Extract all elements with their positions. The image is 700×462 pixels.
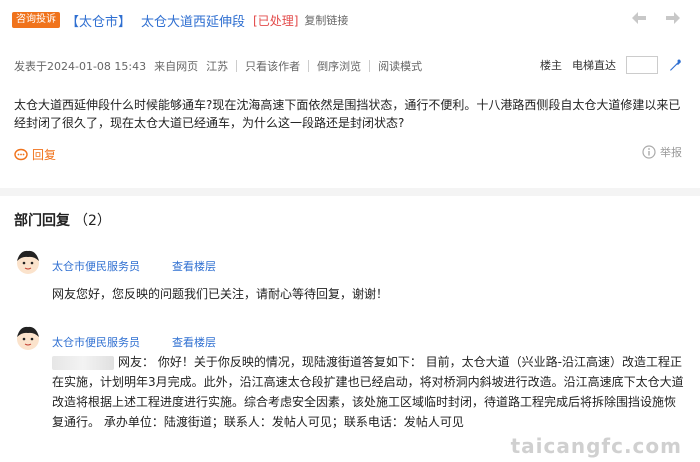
replies-heading: 部门回复 （2） <box>14 210 111 230</box>
divider <box>308 60 310 72</box>
post-time: 发表于2024-01-08 15:43 <box>14 60 147 73</box>
info-circle-icon <box>642 145 656 159</box>
floor-label: 楼主 <box>540 59 562 72</box>
reply-text-body: 网友： 你好！关于你反映的情况，现陆渡街道答复如下： 目前，太仓大道（兴业路-沿… <box>52 355 684 429</box>
view-floor-link[interactable]: 查看楼层 <box>172 334 216 350</box>
report-button[interactable]: 举报 <box>642 144 682 160</box>
divider <box>236 60 238 72</box>
arrow-left-icon[interactable] <box>630 10 648 26</box>
status-badge: [已处理] <box>253 13 299 28</box>
arrow-right-icon[interactable] <box>664 10 682 26</box>
reply-text: 网友： 你好！关于你反映的情况，现陆渡街道答复如下： 目前，太仓大道（兴业路-沿… <box>52 352 686 432</box>
author-only-link[interactable]: 只看该作者 <box>245 58 300 74</box>
reply-button[interactable]: 回复 <box>14 146 56 163</box>
thread-title: 太仓大道西延伸段 <box>141 14 246 30</box>
reply-text: 网友您好，您反映的问题我们已关注，请耐心等待回复，谢谢！ <box>52 287 389 301</box>
replies-count: （2） <box>74 213 111 229</box>
cartoon-avatar-icon[interactable] <box>14 324 42 352</box>
post-card: 咨询投诉 【太仓市】 太仓大道西延伸段 [已处理] 复制链接 发表于2024-0… <box>0 0 700 188</box>
reply-author[interactable]: 太仓市便民服务员 <box>52 258 140 274</box>
blurred-username <box>52 355 114 370</box>
divider <box>369 60 371 72</box>
replies-heading-text: 部门回复 <box>14 213 70 229</box>
read-mode-link[interactable]: 阅读模式 <box>378 58 422 74</box>
site-watermark: taicangfc.com <box>510 434 682 458</box>
reply-label: 回复 <box>32 148 57 162</box>
post-source: 来自网页 <box>154 60 199 73</box>
reverse-order-link[interactable]: 倒序浏览 <box>317 58 361 74</box>
cartoon-avatar-icon[interactable] <box>14 248 42 276</box>
department-replies: 部门回复 （2） 太仓市便民服务员 查看楼层 网友您好，您反映的问题我们已关注，请… <box>0 196 700 462</box>
chat-bubble-icon <box>14 148 28 162</box>
post-content: 太仓大道西延伸段什么时候能够通车?现在沈海高速下面依然是围挡状态，通行不便利。十… <box>14 98 681 130</box>
jump-label: 电梯直达 <box>572 59 616 72</box>
region-link[interactable]: 【太仓市】 <box>66 11 131 30</box>
post-location: 江苏 <box>206 60 229 73</box>
floor-tools: 楼主 电梯直达 <box>540 56 682 74</box>
copy-link-button[interactable]: 复制链接 <box>304 12 348 28</box>
category-tag: 咨询投诉 <box>12 12 60 28</box>
report-label: 举报 <box>660 146 682 159</box>
title-row: 咨询投诉 【太仓市】 太仓大道西延伸段 [已处理] 复制链接 <box>12 8 348 32</box>
floor-jump-input[interactable] <box>626 56 658 74</box>
reply-author[interactable]: 太仓市便民服务员 <box>52 334 140 350</box>
view-floor-link[interactable]: 查看楼层 <box>172 258 216 274</box>
thread-nav <box>630 10 682 26</box>
wrench-icon[interactable] <box>668 58 682 72</box>
post-meta: 发表于2024-01-08 15:43 来自网页 江苏 只看该作者 倒序浏览 阅… <box>14 58 422 74</box>
